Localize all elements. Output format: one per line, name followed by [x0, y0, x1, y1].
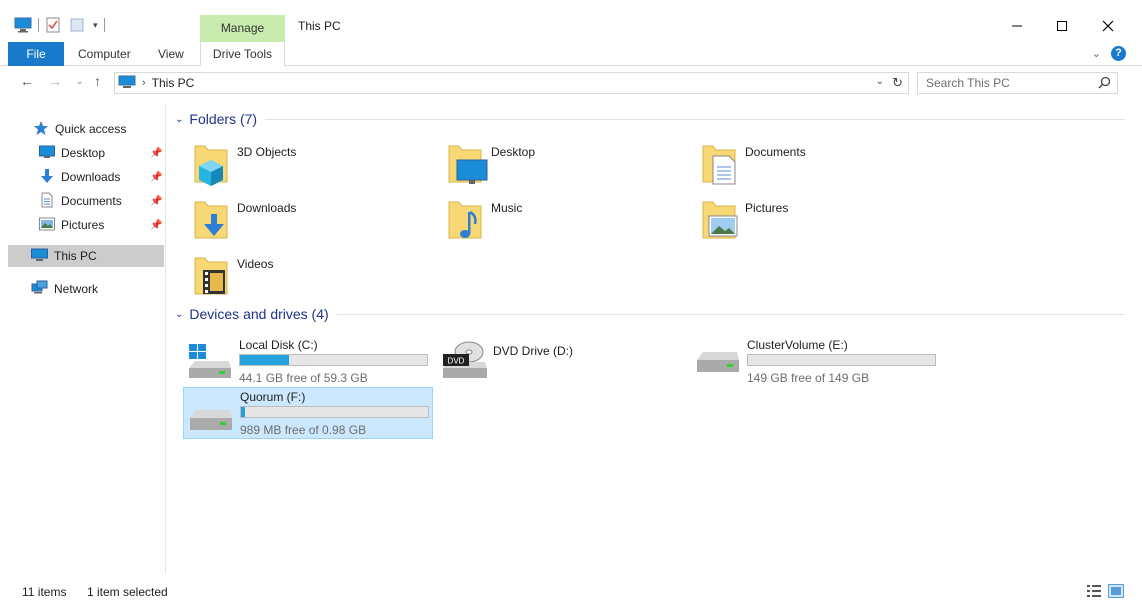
new-folder-icon[interactable]: [69, 17, 87, 33]
pin-icon[interactable]: 📌: [150, 148, 162, 159]
star-icon: [33, 120, 49, 139]
qat-separator-2: [103, 18, 105, 32]
breadcrumb-separator[interactable]: ›: [142, 77, 146, 89]
forward-icon[interactable]: →: [48, 73, 62, 89]
large-icons-view-icon[interactable]: [1108, 584, 1124, 601]
folder-item-music[interactable]: Music: [445, 198, 695, 250]
folder-item-videos[interactable]: Videos: [191, 254, 441, 306]
item-count: 11 items: [22, 585, 67, 599]
this-pc-icon: [31, 248, 48, 265]
pictures-icon: [39, 217, 55, 234]
up-icon[interactable]: ↑: [94, 73, 101, 89]
drive-item-c[interactable]: Local Disk (C:) 44.1 GB free of 59.3 GB: [183, 336, 433, 388]
sidebar-item-pictures[interactable]: Pictures: [39, 214, 104, 236]
status-bar: 11 items 1 item selected: [0, 580, 1142, 607]
sidebar-item-this-pc[interactable]: This PC: [8, 245, 164, 267]
drive-item-e[interactable]: ClusterVolume (E:) 149 GB free of 149 GB: [691, 336, 941, 388]
sidebar-item-quick-access[interactable]: Quick access: [33, 118, 126, 140]
help-icon[interactable]: ?: [1111, 46, 1126, 61]
desktop-icon: [39, 145, 55, 162]
maximize-button[interactable]: [1048, 12, 1076, 40]
maximize-icon: [1057, 21, 1067, 31]
tab-computer[interactable]: Computer: [78, 42, 131, 66]
drive-usage-fill: [240, 355, 289, 365]
svg-text:DVD: DVD: [448, 357, 465, 366]
downloads-folder-icon: [191, 198, 231, 245]
desktop-folder-icon: [445, 142, 489, 189]
customize-qat-icon[interactable]: ▾: [93, 20, 98, 31]
address-dropdown-icon[interactable]: ⌄: [876, 76, 884, 87]
close-button[interactable]: [1094, 12, 1122, 40]
chevron-down-icon[interactable]: ⌄: [175, 309, 183, 320]
qat-separator: [38, 18, 39, 32]
sidebar-item-downloads[interactable]: Downloads: [39, 166, 120, 188]
folder-item-3d-objects[interactable]: 3D Objects: [191, 142, 441, 194]
folder-item-downloads[interactable]: Downloads: [191, 198, 441, 250]
network-icon: [31, 280, 48, 298]
details-view-icon[interactable]: [1086, 584, 1102, 601]
navigation-pane: Quick access Desktop 📌 Downloads 📌 Docum…: [0, 104, 166, 574]
drive-usage-bar: [239, 354, 428, 366]
pin-icon[interactable]: 📌: [150, 220, 162, 231]
folders-group-header[interactable]: ⌄ Folders (7): [175, 111, 1125, 127]
sidebar-item-network[interactable]: Network: [31, 278, 98, 300]
documents-folder-icon: [699, 142, 739, 189]
window-title: This PC: [298, 19, 341, 33]
tab-view[interactable]: View: [158, 42, 184, 66]
drive-usage-bar: [747, 354, 936, 366]
search-box[interactable]: [917, 72, 1118, 94]
ribbon-controls: ⌄ ?: [1092, 46, 1126, 61]
hard-drive-icon: [695, 350, 739, 379]
windows-drive-icon: [187, 344, 231, 383]
drive-usage-fill: [241, 407, 245, 417]
back-icon[interactable]: ←: [20, 73, 34, 89]
this-pc-icon: [118, 75, 136, 92]
refresh-icon[interactable]: ↻: [892, 75, 903, 91]
drive-item-d[interactable]: DVD DVD Drive (D:): [437, 336, 687, 388]
pin-icon[interactable]: 📌: [150, 196, 162, 207]
ribbon-tabs: File Computer View Drive Tools ⌄ ?: [0, 42, 1142, 66]
3d-objects-folder-icon: [191, 142, 231, 189]
title-bar: ▾ Manage This PC: [0, 0, 1142, 42]
dvd-drive-icon: DVD: [441, 338, 487, 385]
drive-item-f[interactable]: Quorum (F:) 989 MB free of 0.98 GB: [183, 387, 433, 439]
folder-item-pictures[interactable]: Pictures: [699, 198, 949, 250]
search-input[interactable]: [918, 73, 1088, 93]
breadcrumb-this-pc[interactable]: This PC: [152, 76, 195, 90]
sidebar-item-desktop[interactable]: Desktop: [39, 142, 105, 164]
chevron-down-icon[interactable]: ⌄: [175, 114, 183, 125]
close-icon: [1102, 20, 1114, 32]
tab-file[interactable]: File: [8, 42, 64, 66]
music-folder-icon: [445, 198, 485, 245]
devices-group-header[interactable]: ⌄ Devices and drives (4): [175, 306, 1125, 322]
properties-icon[interactable]: [45, 17, 63, 33]
quick-access-toolbar: ▾: [14, 17, 105, 33]
recent-locations-icon[interactable]: ⌄: [76, 76, 84, 87]
tab-drive-tools[interactable]: Drive Tools: [200, 42, 285, 66]
minimize-icon: [1012, 25, 1022, 27]
documents-icon: [39, 192, 55, 211]
group-divider: [265, 118, 1125, 120]
downloads-icon: [39, 168, 55, 187]
minimize-button[interactable]: [1003, 12, 1031, 40]
folder-item-documents[interactable]: Documents: [699, 142, 949, 194]
folder-item-desktop[interactable]: Desktop: [445, 142, 695, 194]
content-pane: ⌄ Folders (7) 3D Objects Desktop Documen…: [167, 104, 1142, 574]
sidebar-item-documents[interactable]: Documents: [39, 190, 122, 212]
search-icon[interactable]: [1098, 76, 1111, 92]
address-bar[interactable]: › This PC ⌄ ↻: [114, 72, 909, 94]
hard-drive-icon: [188, 408, 232, 437]
navigation-bar: ← → ⌄ ↑ › This PC ⌄ ↻: [0, 70, 1142, 96]
group-divider: [336, 313, 1125, 315]
drive-usage-bar: [240, 406, 429, 418]
pin-icon[interactable]: 📌: [150, 172, 162, 183]
expand-ribbon-icon[interactable]: ⌄: [1092, 47, 1101, 60]
selection-count: 1 item selected: [87, 585, 168, 599]
pictures-folder-icon: [699, 198, 739, 245]
videos-folder-icon: [191, 254, 231, 301]
this-pc-icon: [14, 17, 32, 33]
manage-context-tab[interactable]: Manage: [200, 15, 285, 42]
